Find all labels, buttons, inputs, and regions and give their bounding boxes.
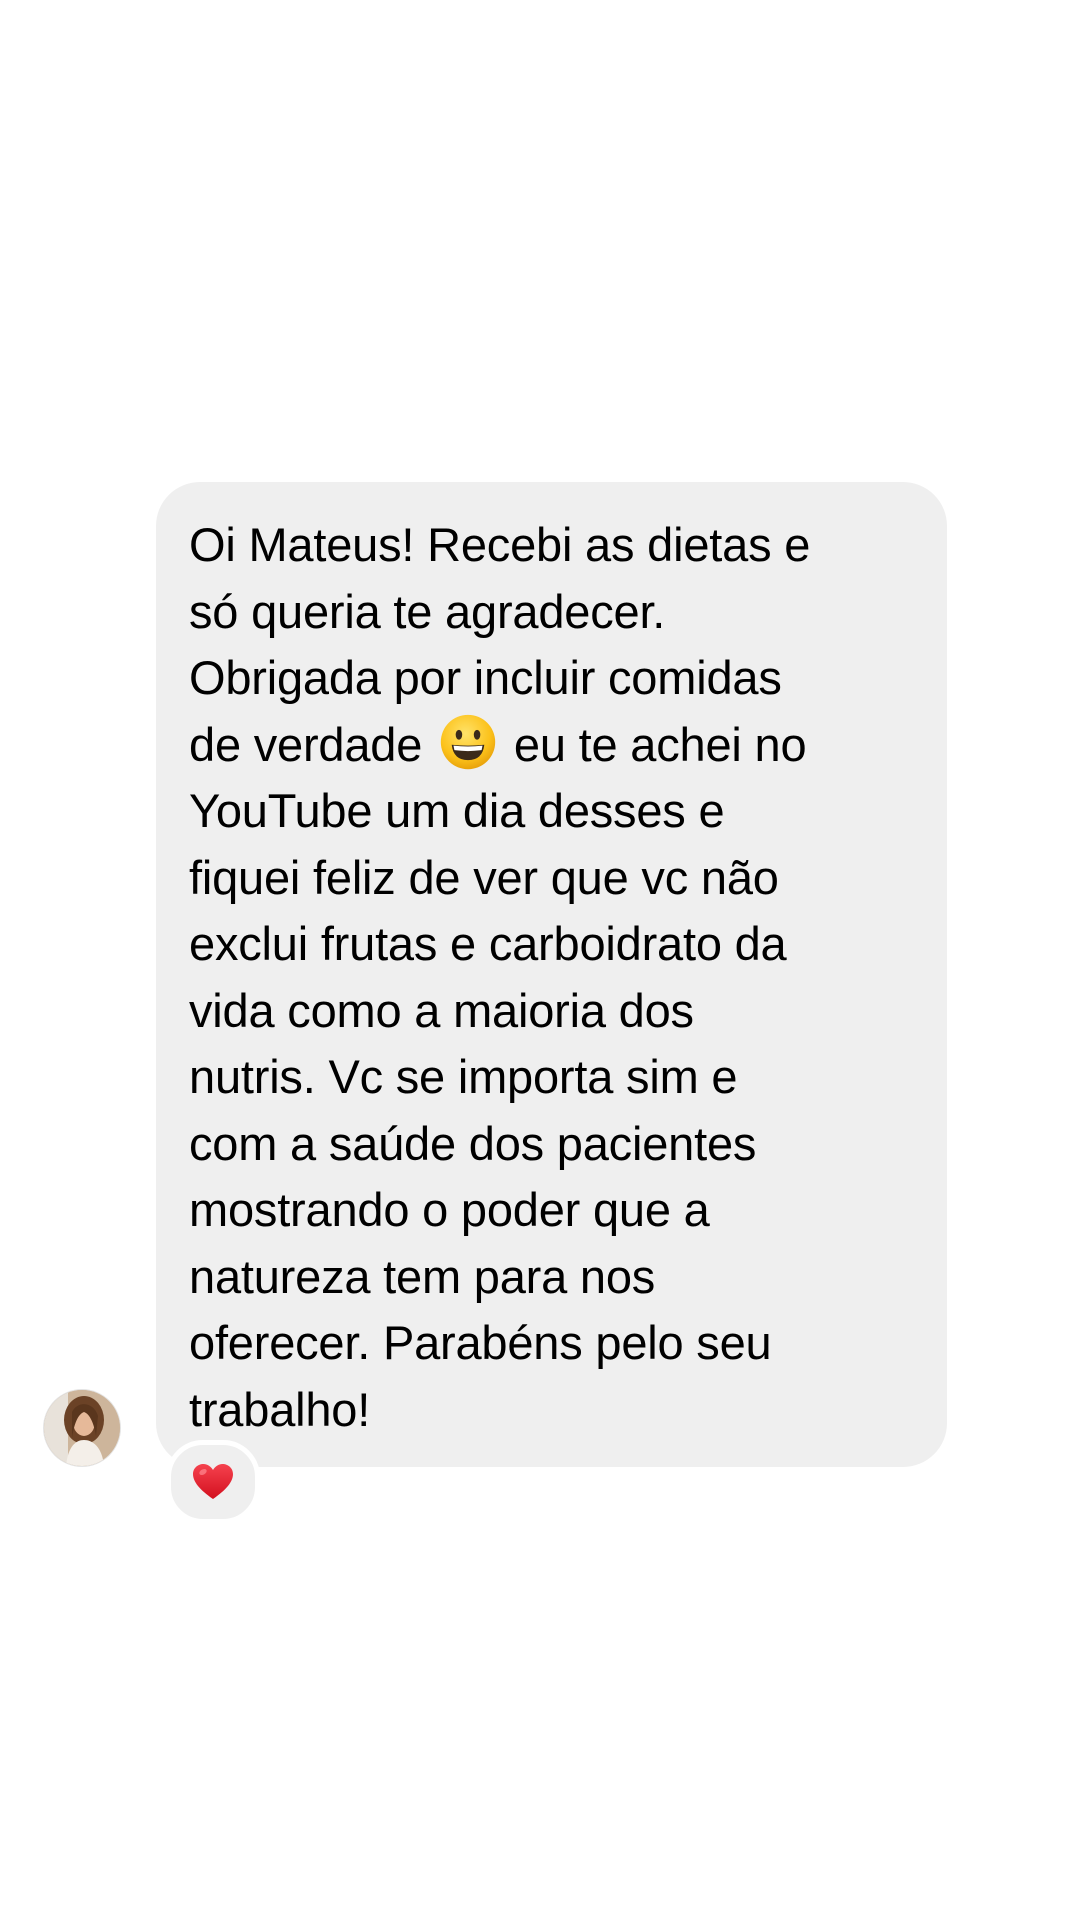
reaction-badge[interactable] bbox=[166, 1440, 260, 1524]
message-text: Oi Mateus! Recebi as dietas e só queria … bbox=[189, 512, 913, 1443]
message-line: Oi Mateus! Recebi as dietas e bbox=[189, 518, 811, 571]
message-line: trabalho! bbox=[189, 1382, 371, 1436]
message-line: vida como a maioria dos bbox=[189, 983, 694, 1037]
message-line: só queria te agradecer. bbox=[189, 584, 666, 638]
message-line: com a saúde dos pacientes bbox=[189, 1116, 757, 1170]
message-line: de verdade bbox=[189, 717, 423, 771]
grinning-face-emoji-icon bbox=[440, 714, 496, 769]
message-line: natureza tem para nos bbox=[189, 1249, 656, 1303]
red-heart-icon bbox=[193, 1464, 233, 1499]
message-line: oferecer. Parabéns pelo seu bbox=[189, 1316, 772, 1369]
message-line: mostrando o poder que a bbox=[189, 1183, 710, 1236]
avatar-photo-icon bbox=[44, 1390, 120, 1466]
message-line: eu te achei no bbox=[513, 717, 807, 771]
sender-avatar[interactable] bbox=[44, 1390, 120, 1466]
message-line: Obrigada por incluir comidas bbox=[189, 651, 782, 704]
received-message-row: Oi Mateus! Recebi as dietas e só queria … bbox=[0, 0, 1080, 1920]
message-line: nutris. Vc se importa sim e bbox=[189, 1050, 738, 1103]
chat-screen: Oi Mateus! Recebi as dietas e só queria … bbox=[0, 0, 1080, 1920]
message-line: fiquei feliz de ver que vc não bbox=[189, 850, 779, 904]
message-bubble[interactable]: Oi Mateus! Recebi as dietas e só queria … bbox=[156, 482, 947, 1467]
message-line: YouTube um dia desses e bbox=[189, 784, 725, 837]
message-line: exclui frutas e carboidrato da bbox=[189, 917, 787, 970]
